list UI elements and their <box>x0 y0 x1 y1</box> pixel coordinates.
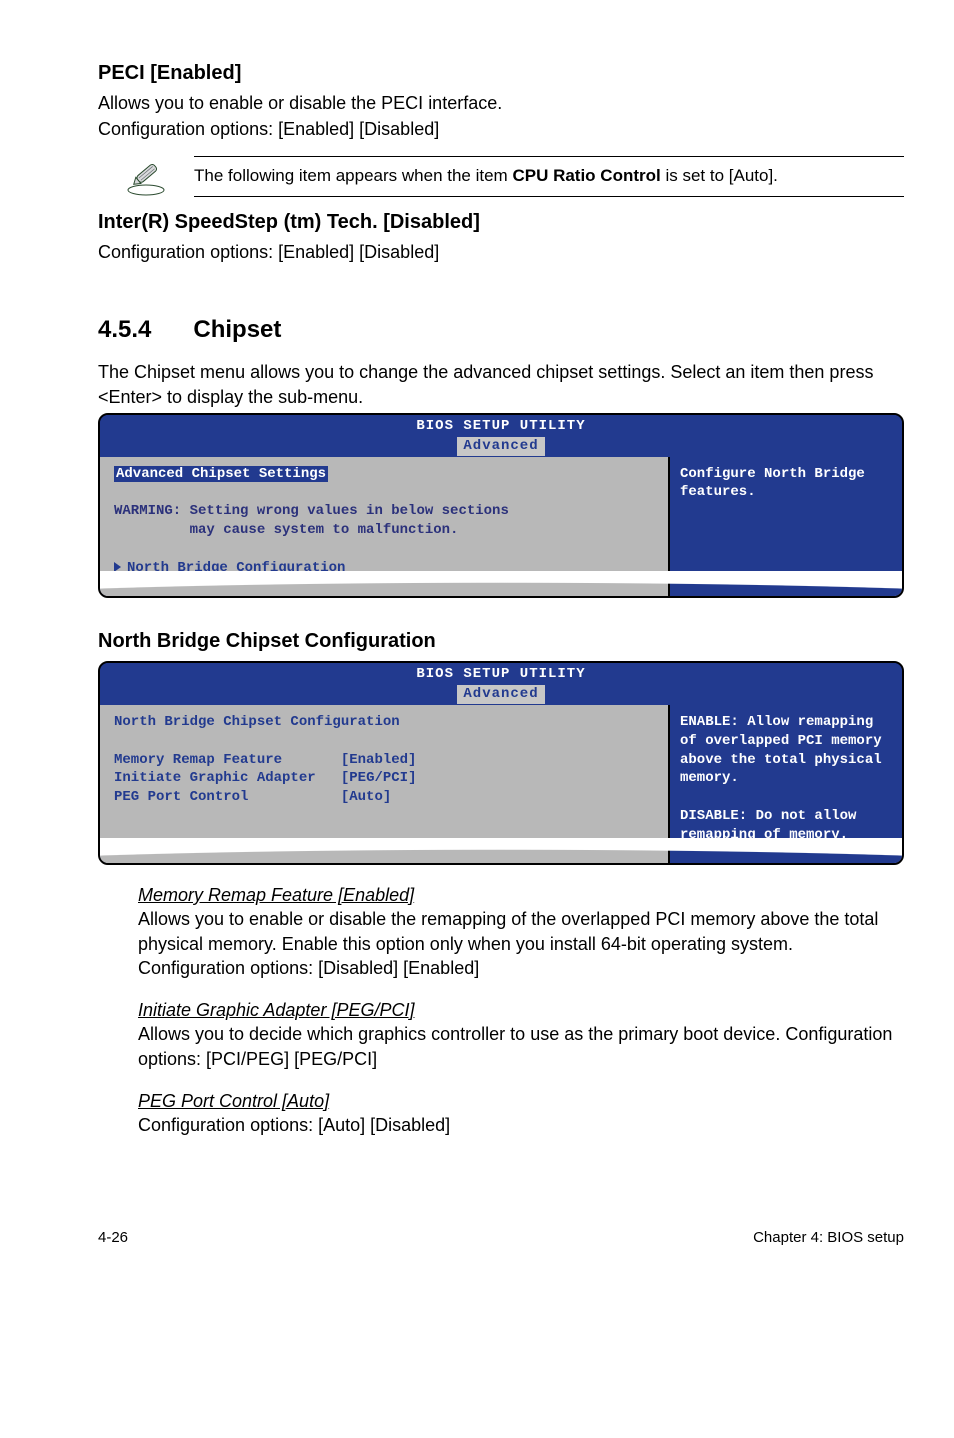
bios2-row3-val: [Auto] <box>341 789 391 805</box>
bios1-left-pane: Advanced Chipset Settings WARMING: Setti… <box>100 457 670 596</box>
pegport-block: PEG Port Control [Auto] Configuration op… <box>138 1089 904 1138</box>
bios1-warn2: may cause system to malfunction. <box>114 522 458 538</box>
initgfx-title: Initiate Graphic Adapter [PEG/PCI] <box>138 998 904 1022</box>
bios2-row2-label: Initiate Graphic Adapter <box>114 770 316 786</box>
bios2-left-pane: North Bridge Chipset Configuration Memor… <box>100 705 670 863</box>
pegport-title: PEG Port Control [Auto] <box>138 1089 904 1113</box>
bios2-tab: Advanced <box>457 685 544 704</box>
bios2-row3-label: PEG Port Control <box>114 789 248 805</box>
footer-page-number: 4-26 <box>98 1228 128 1248</box>
bios-screenshot-1: BIOS SETUP UTILITY Advanced Advanced Chi… <box>98 413 904 598</box>
bios2-row1-label: Memory Remap Feature <box>114 752 282 768</box>
north-bridge-heading: North Bridge Chipset Configuration <box>98 628 904 655</box>
note-bold: CPU Ratio Control <box>512 166 660 185</box>
bios2-row1-val: [Enabled] <box>341 752 417 768</box>
pencil-icon <box>124 156 168 196</box>
bios1-warn1: WARMING: Setting wrong values in below s… <box>114 503 509 519</box>
memremap-block: Memory Remap Feature [Enabled] Allows yo… <box>138 883 904 980</box>
bios2-utility-label: BIOS SETUP UTILITY <box>100 665 902 684</box>
speedstep-heading: Inter(R) SpeedStep (tm) Tech. [Disabled] <box>98 209 904 236</box>
memremap-title: Memory Remap Feature [Enabled] <box>138 883 904 907</box>
bios1-help-pane: Configure North Bridge features. <box>670 457 902 596</box>
bios1-submenu: North Bridge Configuration <box>114 560 345 576</box>
peci-heading: PECI [Enabled] <box>98 60 904 87</box>
note-text-wrap: The following item appears when the item… <box>194 156 904 197</box>
peci-desc2: Configuration options: [Enabled] [Disabl… <box>98 117 904 141</box>
note-prefix: The following item appears when the item <box>194 166 512 185</box>
bios2-titlebar: BIOS SETUP UTILITY Advanced <box>100 663 902 705</box>
pegport-para: Configuration options: [Auto] [Disabled] <box>138 1113 904 1137</box>
note-suffix: is set to [Auto]. <box>661 166 778 185</box>
footer-chapter: Chapter 4: BIOS setup <box>753 1228 904 1248</box>
bios1-titlebar: BIOS SETUP UTILITY Advanced <box>100 415 902 457</box>
peci-desc1: Allows you to enable or disable the PECI… <box>98 91 904 115</box>
bios1-heading: Advanced Chipset Settings <box>114 466 328 482</box>
section-number: 4.5.4 <box>98 314 151 346</box>
bios-screenshot-2: BIOS SETUP UTILITY Advanced North Bridge… <box>98 661 904 865</box>
bios1-utility-label: BIOS SETUP UTILITY <box>100 417 902 436</box>
memremap-para: Allows you to enable or disable the rema… <box>138 907 904 980</box>
page-footer: 4-26 Chapter 4: BIOS setup <box>98 1228 904 1248</box>
bios2-heading: North Bridge Chipset Configuration <box>114 714 400 730</box>
bios2-row2-val: [PEG/PCI] <box>341 770 417 786</box>
section-title: Chipset <box>193 316 281 343</box>
note-block: The following item appears when the item… <box>124 156 904 197</box>
bios2-help-pane: ENABLE: Allow remapping of overlapped PC… <box>670 705 902 863</box>
section-heading: 4.5.4 Chipset <box>98 314 904 346</box>
chipset-para: The Chipset menu allows you to change th… <box>98 360 904 409</box>
bios2-help1: ENABLE: Allow remapping of overlapped PC… <box>680 714 890 787</box>
initgfx-block: Initiate Graphic Adapter [PEG/PCI] Allow… <box>138 998 904 1071</box>
note-bottom-rule <box>194 196 904 197</box>
speedstep-desc: Configuration options: [Enabled] [Disabl… <box>98 240 904 264</box>
bios2-help2: DISABLE: Do not allow remapping of memor… <box>680 808 865 843</box>
bios1-tab: Advanced <box>457 437 544 456</box>
initgfx-para: Allows you to decide which graphics cont… <box>138 1022 904 1071</box>
note-text: The following item appears when the item… <box>194 157 904 196</box>
